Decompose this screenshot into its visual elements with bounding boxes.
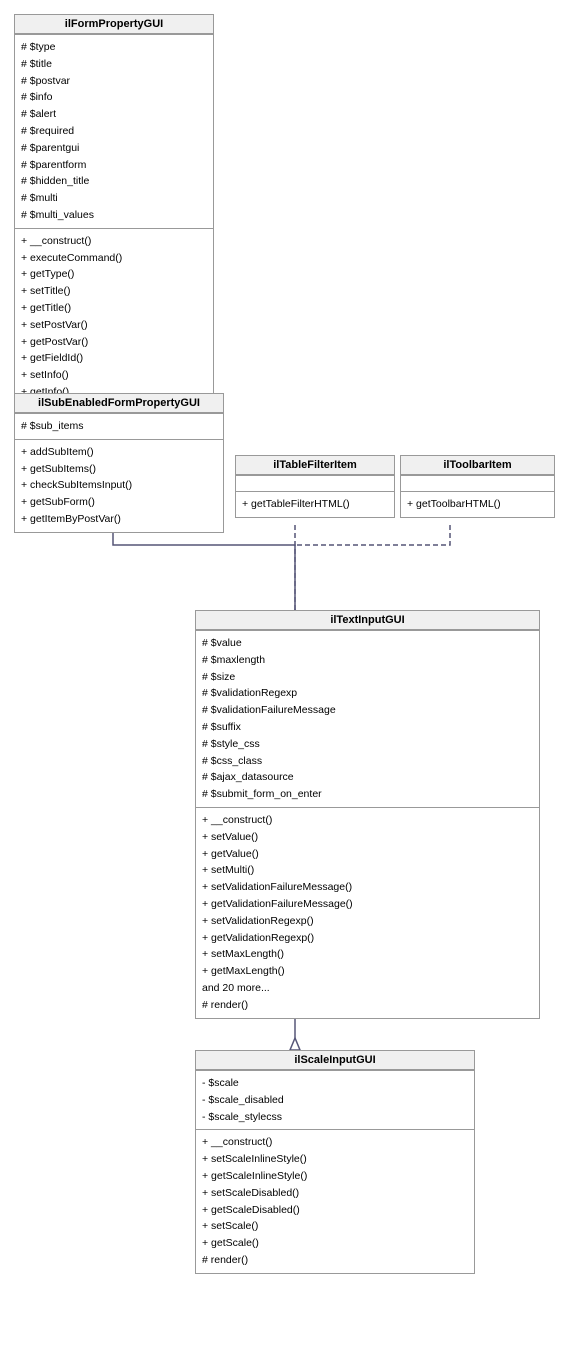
field-submit-form-on-enter: # $submit_form_on_enter <box>202 786 533 803</box>
box-fields-ilTextInputGUI: # $value # $maxlength # $size # $validat… <box>196 630 539 807</box>
field-parentgui: # $parentgui <box>21 140 207 157</box>
box-title-ilTableFilterItem: ilTableFilterItem <box>236 456 394 475</box>
field-scale-stylecss: - $scale_stylecss <box>202 1109 468 1126</box>
method-getScale: + getScale() <box>202 1235 468 1252</box>
method-construct-scale: + __construct() <box>202 1134 468 1151</box>
method-getScaleDisabled: + getScaleDisabled() <box>202 1202 468 1219</box>
method-setMulti: + setMulti() <box>202 862 533 879</box>
method-setValidationRegexp: + setValidationRegexp() <box>202 913 533 930</box>
field-validationFailureMessage: # $validationFailureMessage <box>202 702 533 719</box>
method-setPostVar: + setPostVar() <box>21 317 207 334</box>
method-getToolbarHTML: + getToolbarHTML() <box>407 496 548 513</box>
box-fields-ilFormPropertyGUI: # $type # $title # $postvar # $info # $a… <box>15 34 213 228</box>
method-render-scale: # render() <box>202 1252 468 1269</box>
box-title-ilSubEnabledFormPropertyGUI: ilSubEnabledFormPropertyGUI <box>15 394 223 413</box>
method-addSubItem: + addSubItem() <box>21 444 217 461</box>
method-getValidationFailureMessage: + getValidationFailureMessage() <box>202 896 533 913</box>
field-suffix: # $suffix <box>202 719 533 736</box>
method-getType: + getType() <box>21 266 207 283</box>
box-ilToolbarItem: ilToolbarItem + getToolbarHTML() <box>400 455 555 518</box>
method-setMaxLength: + setMaxLength() <box>202 946 533 963</box>
method-getMaxLength: + getMaxLength() <box>202 963 533 980</box>
field-parentform: # $parentform <box>21 157 207 174</box>
method-getSubItems: + getSubItems() <box>21 461 217 478</box>
method-construct: + __construct() <box>21 233 207 250</box>
field-hidden-title: # $hidden_title <box>21 173 207 190</box>
method-getScaleInlineStyle: + getScaleInlineStyle() <box>202 1168 468 1185</box>
method-setValue: + setValue() <box>202 829 533 846</box>
method-setInfo: + setInfo() <box>21 367 207 384</box>
box-methods-ilTableFilterItem: + getTableFilterHTML() <box>236 491 394 517</box>
method-getTableFilterHTML: + getTableFilterHTML() <box>242 496 388 513</box>
method-getValidationRegexp: + getValidationRegexp() <box>202 930 533 947</box>
method-getTitle: + getTitle() <box>21 300 207 317</box>
method-construct-text: + __construct() <box>202 812 533 829</box>
field-multi-values: # $multi_values <box>21 207 207 224</box>
field-style-css: # $style_css <box>202 736 533 753</box>
box-ilTextInputGUI: ilTextInputGUI # $value # $maxlength # $… <box>195 610 540 1019</box>
box-fields-ilTableFilterItem <box>236 475 394 491</box>
method-setTitle: + setTitle() <box>21 283 207 300</box>
field-css-class: # $css_class <box>202 753 533 770</box>
method-and-more-text: and 20 more... <box>202 980 533 997</box>
diagram-container: ilFormPropertyGUI # $type # $title # $po… <box>0 0 584 1365</box>
arrow-text-to-scale <box>290 1038 300 1050</box>
box-methods-ilToolbarItem: + getToolbarHTML() <box>401 491 554 517</box>
box-ilSubEnabledFormPropertyGUI: ilSubEnabledFormPropertyGUI # $sub_items… <box>14 393 224 533</box>
box-methods-ilScaleInputGUI: + __construct() + setScaleInlineStyle() … <box>196 1129 474 1272</box>
box-ilTableFilterItem: ilTableFilterItem + getTableFilterHTML() <box>235 455 395 518</box>
method-setValidationFailureMessage: + setValidationFailureMessage() <box>202 879 533 896</box>
method-checkSubItemsInput: + checkSubItemsInput() <box>21 477 217 494</box>
field-ajax-datasource: # $ajax_datasource <box>202 769 533 786</box>
box-title-ilFormPropertyGUI: ilFormPropertyGUI <box>15 15 213 34</box>
field-postvar: # $postvar <box>21 73 207 90</box>
method-getPostVar: + getPostVar() <box>21 334 207 351</box>
box-fields-ilScaleInputGUI: - $scale - $scale_disabled - $scale_styl… <box>196 1070 474 1129</box>
method-getValue: + getValue() <box>202 846 533 863</box>
box-methods-ilSubEnabledFormPropertyGUI: + addSubItem() + getSubItems() + checkSu… <box>15 439 223 532</box>
box-ilScaleInputGUI: ilScaleInputGUI - $scale - $scale_disabl… <box>195 1050 475 1274</box>
field-type: # $type <box>21 39 207 56</box>
field-alert: # $alert <box>21 106 207 123</box>
box-title-ilTextInputGUI: ilTextInputGUI <box>196 611 539 630</box>
box-ilFormPropertyGUI: ilFormPropertyGUI # $type # $title # $po… <box>14 14 214 456</box>
connector-toolbar-to-text <box>295 525 450 545</box>
field-maxlength: # $maxlength <box>202 652 533 669</box>
field-size: # $size <box>202 669 533 686</box>
field-multi: # $multi <box>21 190 207 207</box>
field-required: # $required <box>21 123 207 140</box>
field-validationRegexp: # $validationRegexp <box>202 685 533 702</box>
box-fields-ilToolbarItem <box>401 475 554 491</box>
box-title-ilToolbarItem: ilToolbarItem <box>401 456 554 475</box>
box-title-ilScaleInputGUI: ilScaleInputGUI <box>196 1051 474 1070</box>
field-info: # $info <box>21 89 207 106</box>
method-executeCommand: + executeCommand() <box>21 250 207 267</box>
method-getItemByPostVar: + getItemByPostVar() <box>21 511 217 528</box>
method-getSubForm: + getSubForm() <box>21 494 217 511</box>
method-render-text: # render() <box>202 997 533 1014</box>
field-scale: - $scale <box>202 1075 468 1092</box>
field-sub-items: # $sub_items <box>21 418 217 435</box>
field-scale-disabled: - $scale_disabled <box>202 1092 468 1109</box>
method-setScaleInlineStyle: + setScaleInlineStyle() <box>202 1151 468 1168</box>
method-setScaleDisabled: + setScaleDisabled() <box>202 1185 468 1202</box>
box-fields-ilSubEnabledFormPropertyGUI: # $sub_items <box>15 413 223 439</box>
field-title: # $title <box>21 56 207 73</box>
method-getFieldId: + getFieldId() <box>21 350 207 367</box>
box-methods-ilTextInputGUI: + __construct() + setValue() + getValue(… <box>196 807 539 1018</box>
method-setScale: + setScale() <box>202 1218 468 1235</box>
field-value: # $value <box>202 635 533 652</box>
